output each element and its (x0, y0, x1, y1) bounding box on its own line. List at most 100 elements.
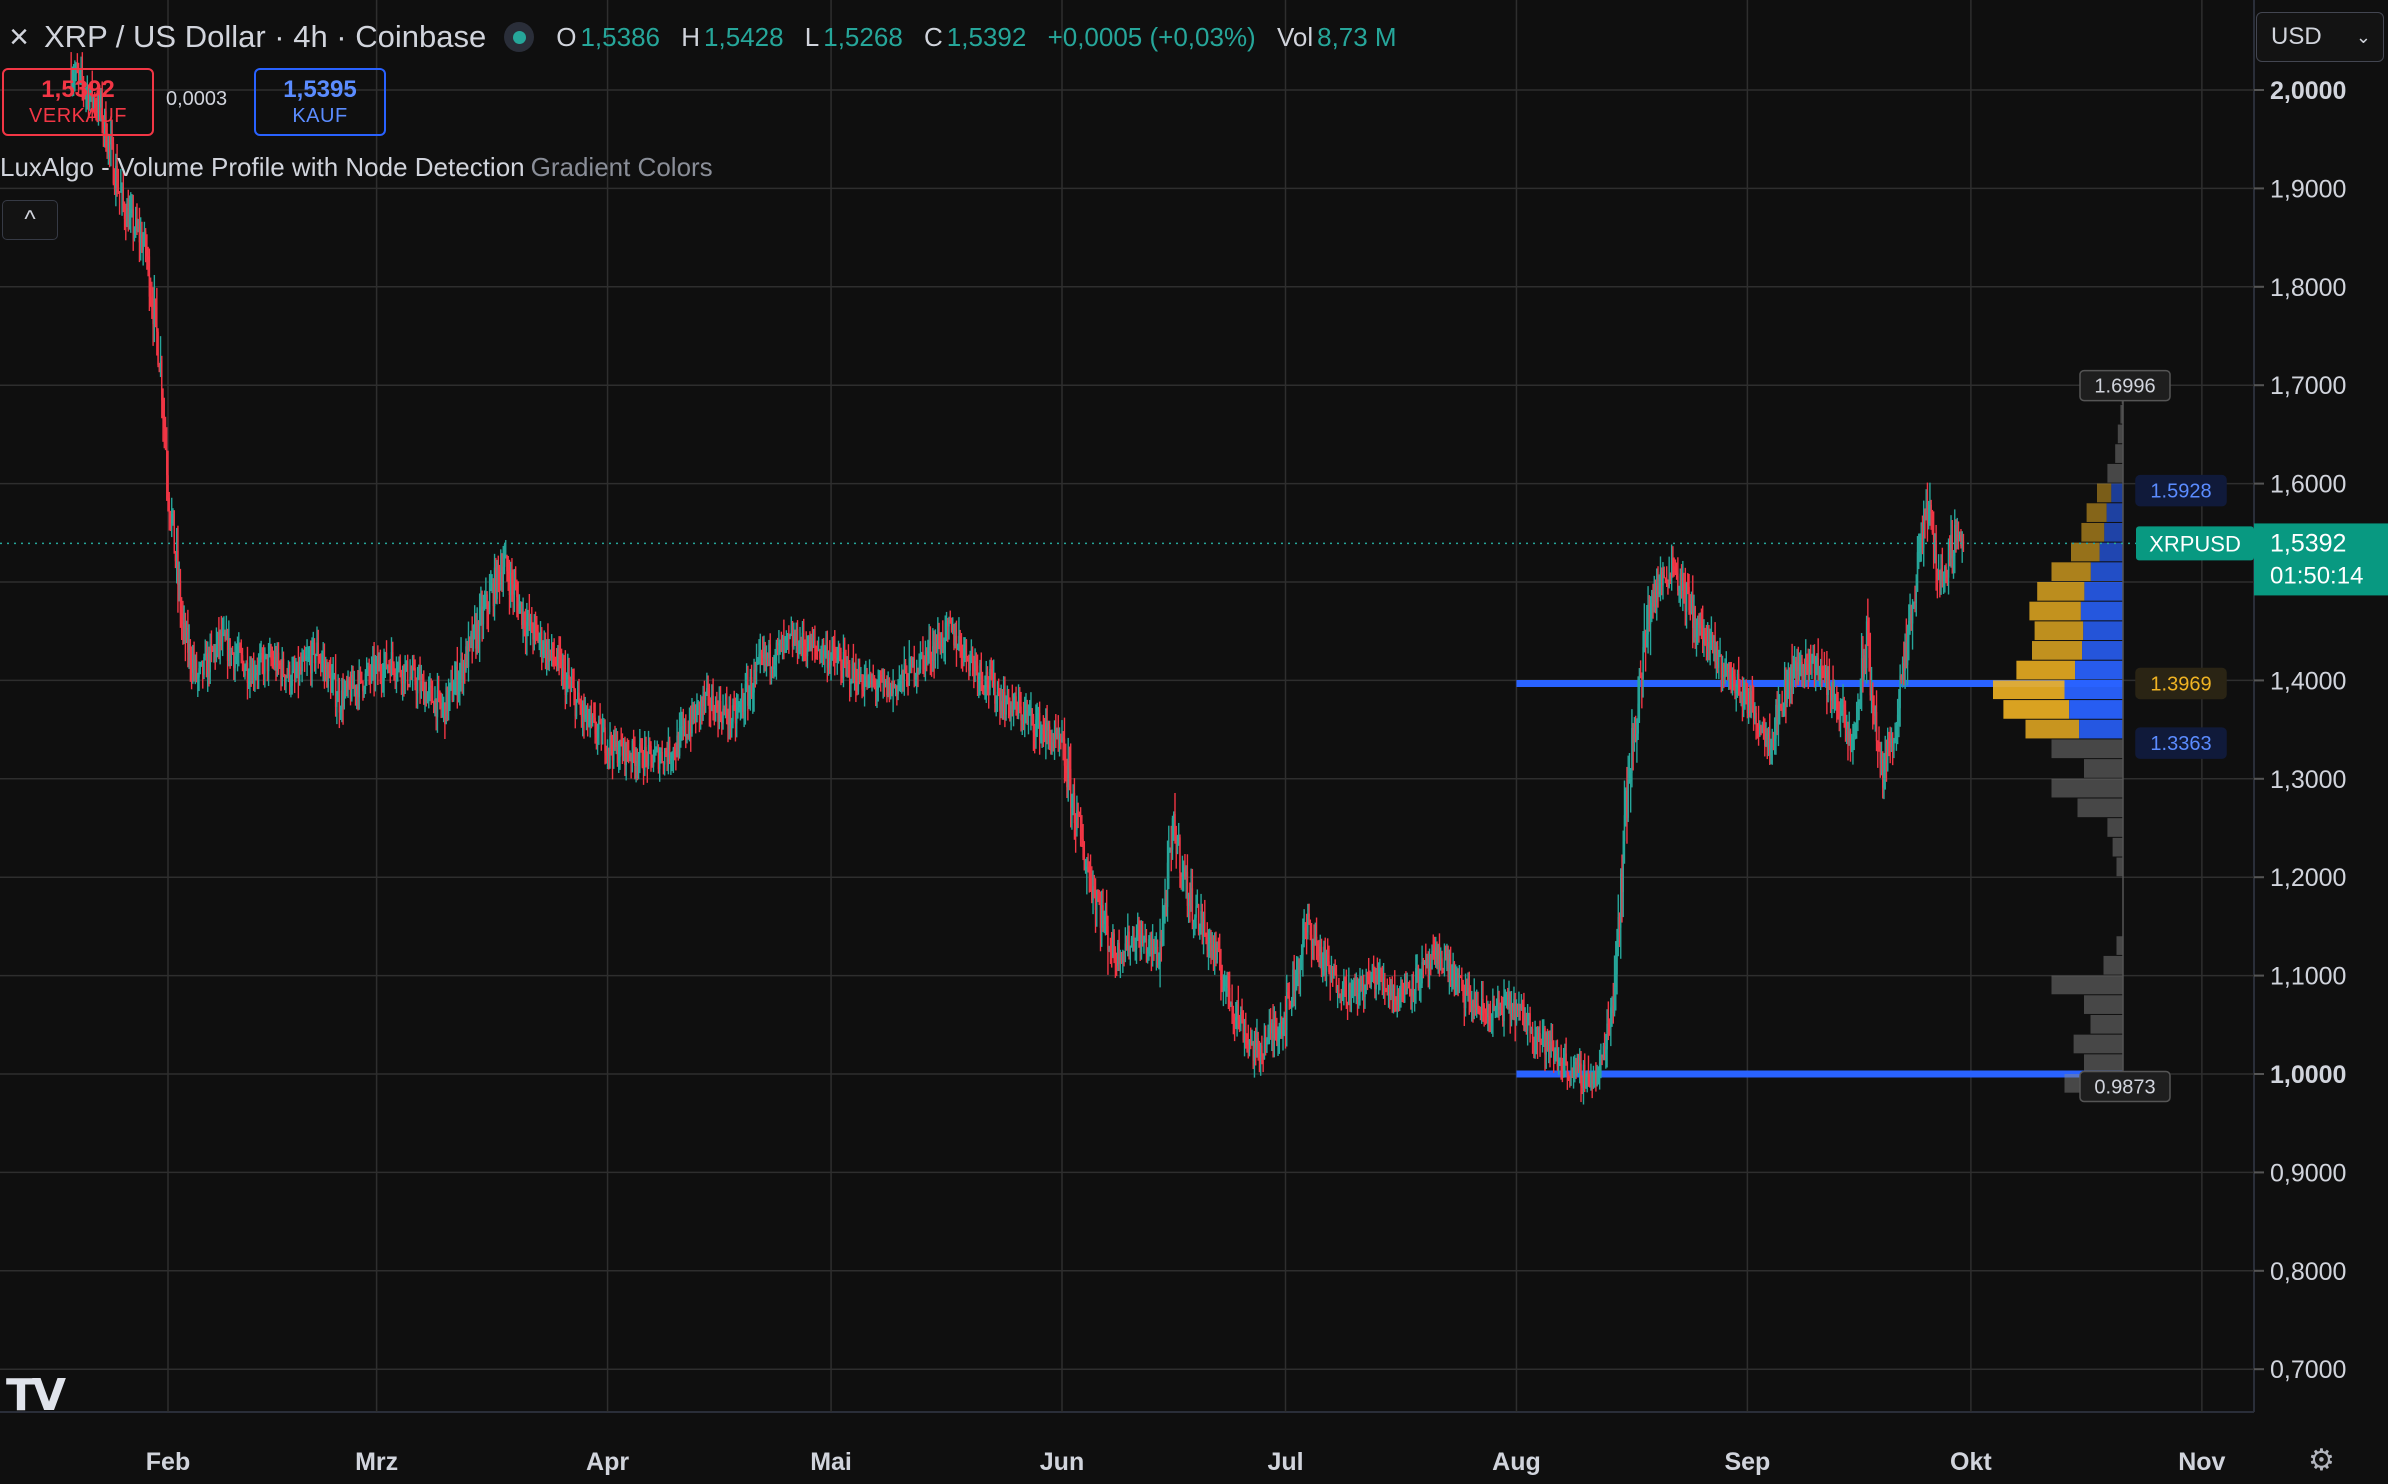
candle-body (627, 753, 630, 759)
candle-body (755, 663, 758, 672)
candle-body (260, 652, 262, 658)
candle-body (1033, 732, 1036, 737)
candle-body (1800, 661, 1802, 665)
candle-body (538, 639, 540, 643)
candle-body (1156, 946, 1159, 965)
candle-body (1289, 1001, 1292, 1007)
tradingview-logo[interactable]: TV (6, 1370, 66, 1421)
candle-body (118, 191, 121, 193)
candle-body (508, 580, 511, 596)
indicator-legend[interactable]: LuxAlgo - Volume Profile with Node Detec… (0, 152, 713, 183)
candle-body (264, 655, 266, 674)
candle-body (646, 753, 648, 766)
candle-body (614, 733, 616, 748)
buy-button[interactable]: 1,5395 KAUF (254, 68, 386, 136)
candle-body (1098, 900, 1100, 905)
candle-body (775, 642, 778, 662)
candle-body (1256, 1038, 1258, 1050)
time-tick-label: Jun (1040, 1448, 1084, 1476)
candle-body (933, 646, 935, 661)
price-chart[interactable]: 0,70000,80000,90001,00001,10001,20001,30… (0, 0, 2388, 1484)
candle-body (1885, 752, 1888, 771)
candle-body (1217, 947, 1220, 951)
candle-body (1946, 570, 1949, 578)
candle-body (572, 686, 574, 688)
currency-select[interactable]: USD ⌄ (2256, 12, 2384, 62)
candle-body (1087, 866, 1089, 868)
candle-body (1170, 848, 1172, 850)
volume-profile-bar (2016, 660, 2076, 680)
close-icon[interactable]: × (2, 18, 36, 57)
candle-body (235, 656, 237, 658)
candle-body (500, 572, 502, 585)
candle-body (744, 683, 747, 712)
candle-body (1396, 992, 1398, 1005)
candle-body (953, 624, 955, 646)
candle-body (752, 692, 754, 698)
candle-body (519, 602, 522, 605)
candle-body (622, 740, 625, 756)
candle-body (159, 361, 162, 372)
candle-body (997, 691, 1000, 694)
candle-body (405, 661, 408, 668)
symbol-title[interactable]: XRP / US Dollar · 4h · Coinbase (44, 19, 486, 55)
volume-profile-bar (2051, 739, 2123, 759)
gear-icon[interactable]: ⚙ (2308, 1443, 2335, 1478)
candle-body (111, 138, 113, 143)
candle-body (577, 692, 579, 700)
candle-body (822, 643, 825, 657)
candle-body (1441, 958, 1443, 970)
candle-body (1299, 960, 1302, 974)
candle-body (1826, 668, 1828, 695)
candle-body (256, 672, 259, 675)
candle-body (564, 668, 567, 695)
candle-body (1931, 511, 1934, 533)
candle-body (1647, 604, 1649, 635)
candle-body (1926, 502, 1929, 524)
candle-body (855, 668, 857, 687)
candle-body (991, 674, 994, 687)
candle-body (1778, 704, 1781, 706)
candle-body (1909, 614, 1911, 621)
candle-body (1637, 703, 1639, 734)
candle-body (1806, 654, 1808, 664)
candle-body (1878, 741, 1880, 751)
candle-body (439, 691, 441, 703)
candle-body (984, 686, 986, 689)
candle-body (177, 550, 179, 585)
candle-body (704, 692, 707, 701)
candle-body (1601, 1054, 1603, 1058)
candle-body (1791, 664, 1793, 687)
sell-button[interactable]: 1,5392 VERKAUF (2, 68, 154, 136)
candle-body (1164, 902, 1166, 906)
candle-body (1143, 939, 1145, 944)
candle-body (825, 646, 827, 651)
candle-body (1364, 985, 1366, 997)
candle-body (1009, 704, 1011, 717)
market-status-icon[interactable] (504, 22, 535, 52)
candle-body (939, 644, 942, 652)
candle-body (1261, 1045, 1263, 1055)
price-tick-label: 2,0000 (2270, 77, 2346, 105)
candle-body (717, 707, 719, 723)
collapse-legend-button[interactable]: ^ (2, 200, 58, 240)
candle-body (781, 637, 784, 652)
candle-body (214, 648, 216, 658)
candle-body (373, 659, 375, 680)
candle-body (1680, 573, 1683, 591)
candle-body (1781, 707, 1783, 714)
candle-body (1425, 960, 1427, 964)
candle-body (1001, 701, 1004, 715)
price-axis[interactable]: 0,70000,80000,90001,00001,10001,20001,30… (2254, 77, 2346, 1384)
candle-body (445, 687, 447, 725)
candle-body (668, 740, 671, 761)
candle-body (695, 711, 697, 723)
candle-body (1586, 1071, 1588, 1078)
time-axis[interactable]: Feb Mrz Apr Mai Jun Jul Aug Sep Okt Nov (146, 1448, 2226, 1476)
candle-body (804, 645, 806, 648)
candle-body (219, 631, 221, 647)
candle-body (1920, 537, 1922, 540)
chevron-down-icon: ⌄ (2355, 26, 2371, 47)
candle-body (1473, 992, 1475, 1008)
candle-body (378, 663, 380, 672)
